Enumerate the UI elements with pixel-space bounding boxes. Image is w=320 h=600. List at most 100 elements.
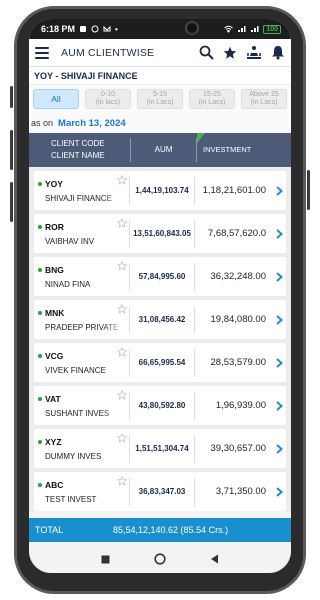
- row-client-code-wrap: VCG: [38, 351, 129, 361]
- favorite-star-icon[interactable]: [117, 218, 127, 228]
- row-client-code: MNK: [45, 307, 65, 318]
- row-client-code: XYZ: [45, 436, 62, 447]
- filter-15-25[interactable]: 15-25 (in Lacs): [189, 89, 235, 109]
- row-aum: 13,51,60,843.05: [129, 219, 195, 248]
- row-aum: 57,84,995.60: [129, 262, 195, 291]
- front-camera: [185, 21, 199, 35]
- header-client-code: CLIENT CODE: [51, 139, 105, 148]
- status-bar: 6:18 PM • 100: [29, 19, 291, 39]
- table-row[interactable]: ABC TEST INVEST 36,83,347.03 3,71,350.00: [34, 472, 286, 511]
- row-investment: 1,18,21,601.00: [202, 185, 266, 196]
- active-status-dot: [38, 439, 42, 444]
- menu-icon[interactable]: [35, 46, 49, 59]
- row-detail-chevron[interactable]: [272, 271, 286, 282]
- row-client-code-wrap: YOY: [38, 179, 129, 189]
- search-icon[interactable]: [199, 45, 214, 60]
- client-list: YOY SHIVAJI FINANCE 1,44,19,103.74 1,18,21,…: [29, 167, 291, 511]
- header-investment[interactable]: INVESTMENT: [197, 133, 291, 162]
- favorite-star-icon[interactable]: [117, 304, 127, 314]
- row-client-name: SHIVAJI FINANCE: [45, 193, 112, 203]
- system-nav-bar: [29, 545, 291, 573]
- status-time: 6:18 PM: [41, 24, 76, 34]
- row-investment: 19,84,080.00: [210, 314, 266, 325]
- bell-icon[interactable]: [271, 45, 285, 60]
- family-icon[interactable]: [246, 45, 262, 60]
- favorite-star-icon[interactable]: [117, 476, 127, 486]
- header-client[interactable]: CLIENT CODE CLIENT NAME: [29, 138, 131, 162]
- volume-up-button: [10, 130, 13, 170]
- row-client-code-wrap: MNK: [38, 308, 129, 318]
- header-aum[interactable]: AUM: [131, 138, 197, 162]
- row-detail-chevron[interactable]: [272, 185, 286, 196]
- row-client-name: SUSHANT INVES: [45, 408, 110, 418]
- favorite-star-icon[interactable]: [117, 175, 127, 185]
- favorite-star-icon[interactable]: [117, 390, 127, 400]
- row-client-cell: ABC TEST INVEST: [34, 472, 129, 511]
- row-client-code: YOY: [45, 178, 63, 189]
- sort-flag-icon: [197, 133, 205, 143]
- recents-icon[interactable]: [101, 555, 110, 564]
- active-status-dot: [38, 267, 42, 272]
- row-client-name: TEST INVEST: [45, 494, 97, 504]
- row-client-code-wrap: ROR: [38, 222, 129, 232]
- row-client-cell: VAT SUSHANT INVES: [34, 386, 129, 425]
- row-detail-chevron[interactable]: [272, 486, 286, 497]
- row-client-name: VIVEK FINANCE: [45, 365, 106, 375]
- table-row[interactable]: VAT SUSHANT INVES 43,80,592.80 1,96,939.00: [34, 386, 286, 425]
- notification-icon: [80, 26, 87, 32]
- filter-0-10[interactable]: 0-10 (in lacs): [85, 89, 131, 109]
- row-detail-chevron[interactable]: [272, 314, 286, 325]
- total-label: TOTAL: [35, 525, 64, 535]
- chevron-right-icon: [275, 271, 283, 282]
- row-client-cell: MNK PRADEEP PRIVATE: [34, 300, 129, 339]
- table-row[interactable]: MNK PRADEEP PRIVATE 31,08,456.42 19,84,080.…: [34, 300, 286, 339]
- volume-down-button: [10, 182, 13, 222]
- home-icon[interactable]: [154, 553, 166, 565]
- filter-above-25[interactable]: Above 25 (in Lacs): [241, 89, 287, 109]
- as-of-date[interactable]: March 13, 2024: [58, 118, 126, 129]
- filter-5-15[interactable]: 5-15 (in Lacs): [137, 89, 183, 109]
- row-investment: 1,96,939.00: [215, 400, 266, 411]
- row-client-cell: BNG NINAD FINA: [34, 257, 129, 296]
- active-status-dot: [38, 353, 42, 358]
- star-icon[interactable]: [223, 46, 237, 60]
- row-detail-chevron[interactable]: [272, 443, 286, 454]
- row-aum: 1,44,19,103.74: [129, 176, 195, 205]
- row-client-code: VAT: [45, 393, 61, 404]
- filter-0-10-label: 0-10: [100, 91, 115, 98]
- table-row[interactable]: BNG NINAD FINA 57,84,995.60 36,32,248.00: [34, 257, 286, 296]
- table-row[interactable]: VCG VIVEK FINANCE 66,65,995.54 28,53,579.00: [34, 343, 286, 382]
- gmail-icon: [103, 25, 111, 32]
- chevron-right-icon: [275, 400, 283, 411]
- selected-client-label: YOY - SHIVAJI FINANCE: [29, 67, 291, 85]
- row-investment: 36,32,248.00: [210, 271, 266, 282]
- chevron-right-icon: [275, 314, 283, 325]
- row-aum: 31,08,456.42: [129, 305, 195, 334]
- chevron-right-icon: [275, 228, 283, 239]
- row-detail-chevron[interactable]: [272, 228, 286, 239]
- table-row[interactable]: YOY SHIVAJI FINANCE 1,44,19,103.74 1,18,21,…: [34, 171, 286, 210]
- row-client-code: BNG: [45, 264, 64, 275]
- back-icon[interactable]: [210, 554, 219, 564]
- chevron-right-icon: [275, 443, 283, 454]
- power-button: [10, 86, 13, 108]
- row-detail-chevron[interactable]: [272, 400, 286, 411]
- row-aum: 1,51,51,304.74: [129, 434, 195, 463]
- table-row[interactable]: ROR VAIBHAV INV 13,51,60,843.05 7,68,57,620…: [34, 214, 286, 253]
- battery-icon: 100: [263, 24, 281, 34]
- chevron-right-icon: [275, 357, 283, 368]
- filter-all[interactable]: All: [33, 89, 79, 109]
- signal-icon-1: [238, 26, 246, 32]
- favorite-star-icon[interactable]: [117, 347, 127, 357]
- favorite-star-icon[interactable]: [117, 433, 127, 443]
- row-client-name: DUMMY INVES: [45, 451, 102, 461]
- header-investment-label: INVESTMENT: [203, 145, 252, 154]
- table-row[interactable]: XYZ DUMMY INVES 1,51,51,304.74 39,30,657.00: [34, 429, 286, 468]
- chevron-right-icon: [275, 486, 283, 497]
- row-investment: 7,68,57,620.0: [207, 228, 266, 239]
- row-aum: 36,83,347.03: [129, 477, 195, 506]
- row-aum: 43,80,592.80: [129, 391, 195, 420]
- favorite-star-icon[interactable]: [117, 261, 127, 271]
- row-client-code: VCG: [45, 350, 64, 361]
- row-detail-chevron[interactable]: [272, 357, 286, 368]
